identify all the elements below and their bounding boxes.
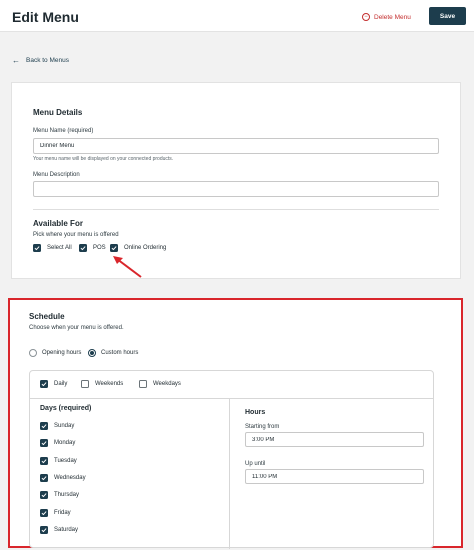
weekdays-label: Weekdays [153, 381, 181, 387]
up-until-label: Up until [245, 461, 266, 467]
up-until-input[interactable] [245, 469, 424, 484]
radio-opening-hours[interactable]: Opening hours [29, 349, 81, 357]
radio-off-icon [29, 349, 37, 357]
menu-name-label: Menu Name (required) [33, 128, 94, 134]
checkbox-monday[interactable]: Monday [40, 439, 75, 447]
schedule-subtitle: Choose when your menu is offered. [29, 325, 124, 331]
delete-menu-label: Delete Menu [374, 13, 411, 21]
delete-menu-button[interactable]: − Delete Menu [362, 11, 411, 23]
menu-name-help: Your menu name will be displayed on your… [33, 156, 174, 162]
available-for-heading: Available For [33, 219, 83, 228]
wednesday-label: Wednesday [54, 475, 86, 481]
checkmark-icon [40, 509, 48, 517]
checkbox-weekends[interactable]: Weekends [81, 380, 123, 388]
checkmark-icon [33, 244, 41, 252]
saturday-label: Saturday [54, 527, 79, 533]
days-heading: Days (required) [40, 405, 92, 412]
back-to-menus-label: Back to Menus [26, 57, 69, 64]
checkmark-icon [40, 422, 48, 430]
tuesday-label: Tuesday [54, 458, 77, 464]
checkbox-tuesday[interactable]: Tuesday [40, 457, 77, 465]
radio-on-icon [88, 349, 96, 357]
available-for-subtitle: Pick where your menu is offered [33, 232, 119, 238]
checkbox-thursday[interactable]: Thursday [40, 491, 79, 499]
checkmark-icon [40, 457, 48, 465]
online-ordering-label: Online Ordering [124, 245, 167, 251]
annotation-arrow-icon [113, 256, 142, 278]
column-divider [229, 399, 230, 549]
checkmark-icon [110, 244, 118, 252]
hours-heading: Hours [245, 409, 266, 416]
delete-icon: − [362, 13, 370, 21]
preset-row-divider [30, 398, 433, 399]
friday-label: Friday [54, 510, 71, 516]
menu-description-label: Menu Description [33, 172, 80, 178]
checkbox-weekdays[interactable]: Weekdays [139, 380, 181, 388]
page-title: Edit Menu [12, 9, 79, 25]
daily-label: Daily [54, 381, 68, 387]
starting-from-label: Starting from [245, 424, 280, 430]
checkbox-select-all[interactable]: Select All [33, 244, 72, 252]
section-divider [33, 209, 439, 210]
menu-name-input[interactable] [33, 138, 439, 154]
thursday-label: Thursday [54, 492, 80, 498]
checkmark-icon [79, 244, 87, 252]
checkmark-icon [40, 439, 48, 447]
checkmark-icon [40, 474, 48, 482]
schedule-heading: Schedule [29, 312, 65, 321]
menu-details-heading: Menu Details [33, 108, 83, 117]
checkbox-empty-icon [81, 380, 89, 388]
checkbox-empty-icon [139, 380, 147, 388]
checkmark-icon [40, 491, 48, 499]
checkbox-pos[interactable]: POS [79, 244, 106, 252]
back-to-menus-link[interactable]: ← Back to Menus [12, 56, 69, 65]
menu-description-input[interactable] [33, 181, 439, 197]
checkbox-daily[interactable]: Daily [40, 380, 67, 388]
pos-label: POS [93, 245, 106, 251]
save-button[interactable]: Save [429, 7, 466, 25]
checkbox-sunday[interactable]: Sunday [40, 422, 74, 430]
weekends-label: Weekends [95, 381, 124, 387]
radio-custom-hours[interactable]: Custom hours [88, 349, 138, 357]
back-arrow-icon: ← [12, 56, 20, 65]
menu-details-card: Menu Details Menu Name (required) Your m… [11, 82, 461, 279]
custom-hours-panel: Daily Weekends Weekdays Days (required) … [29, 370, 434, 549]
custom-hours-label: Custom hours [101, 350, 139, 356]
checkbox-friday[interactable]: Friday [40, 509, 71, 517]
checkbox-online-ordering[interactable]: Online Ordering [110, 244, 166, 252]
checkbox-saturday[interactable]: Saturday [40, 526, 78, 534]
top-bar: Edit Menu − Delete Menu Save [0, 0, 474, 32]
checkbox-wednesday[interactable]: Wednesday [40, 474, 86, 482]
sunday-label: Sunday [54, 423, 75, 429]
checkmark-icon [40, 380, 48, 388]
checkmark-icon [40, 526, 48, 534]
opening-hours-label: Opening hours [42, 350, 82, 356]
starting-from-input[interactable] [245, 432, 424, 447]
monday-label: Monday [54, 440, 76, 446]
select-all-label: Select All [47, 245, 72, 251]
